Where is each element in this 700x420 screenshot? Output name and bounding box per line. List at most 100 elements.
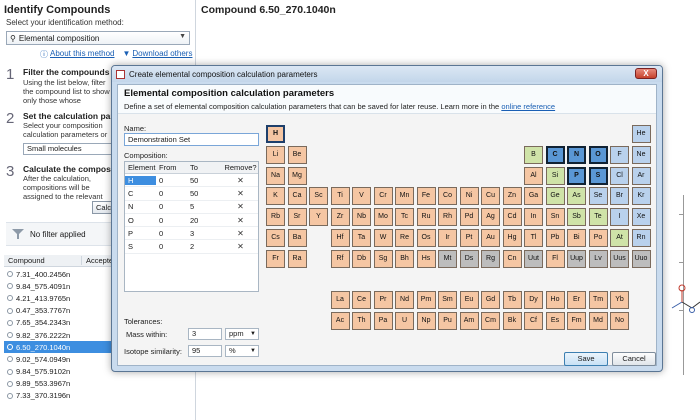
element-uup[interactable]: Uup: [567, 249, 586, 268]
element-bk[interactable]: Bk: [502, 312, 522, 331]
element-dy[interactable]: Dy: [524, 291, 543, 310]
element-v[interactable]: V: [352, 187, 371, 206]
composition-row[interactable]: O 0 20 ✕: [125, 214, 258, 228]
close-button[interactable]: X: [635, 68, 657, 79]
element-la[interactable]: La: [330, 291, 350, 310]
remove-icon[interactable]: ✕: [220, 216, 258, 225]
download-others-link[interactable]: Download others: [132, 49, 192, 60]
isotope-similarity-input[interactable]: 95: [188, 345, 222, 357]
from-cell[interactable]: 0: [156, 176, 187, 185]
element-ta[interactable]: Ta: [352, 229, 371, 247]
element-uuo[interactable]: Uuo: [631, 249, 651, 268]
element-sb[interactable]: Sb: [567, 208, 586, 227]
to-cell[interactable]: 20: [187, 216, 220, 225]
remove-icon[interactable]: ✕: [220, 242, 258, 251]
element-be[interactable]: Be: [287, 145, 307, 164]
element-mo[interactable]: Mo: [373, 208, 393, 227]
method-dropdown[interactable]: ⚲ Elemental composition ▼: [6, 31, 190, 45]
element-sr[interactable]: Sr: [287, 208, 307, 227]
element-cn[interactable]: Cn: [502, 249, 522, 268]
element-se[interactable]: Se: [588, 187, 608, 206]
element-mn[interactable]: Mn: [395, 187, 414, 206]
element-ra[interactable]: Ra: [287, 249, 307, 268]
element-c[interactable]: C: [545, 145, 565, 164]
from-cell[interactable]: 0: [156, 189, 187, 198]
cancel-button[interactable]: Cancel: [612, 352, 656, 366]
element-p[interactable]: P: [567, 166, 586, 185]
element-i[interactable]: I: [610, 208, 629, 227]
about-method-link[interactable]: About this method: [50, 49, 114, 60]
element-sc[interactable]: Sc: [309, 187, 328, 206]
element-mg[interactable]: Mg: [287, 166, 307, 185]
element-xe[interactable]: Xe: [631, 208, 651, 227]
element-pu[interactable]: Pu: [438, 312, 457, 331]
element-at[interactable]: At: [610, 229, 629, 247]
element-li[interactable]: Li: [266, 145, 285, 164]
composition-row[interactable]: C 0 50 ✕: [125, 187, 258, 201]
element-ru[interactable]: Ru: [416, 208, 436, 227]
element-k[interactable]: K: [266, 187, 285, 206]
element-cell[interactable]: S: [125, 242, 156, 252]
isotope-unit-dropdown[interactable]: % ▼: [225, 345, 259, 357]
from-cell[interactable]: 0: [156, 242, 187, 251]
element-sn[interactable]: Sn: [545, 208, 565, 227]
element-fm[interactable]: Fm: [567, 312, 586, 331]
element-br[interactable]: Br: [610, 187, 629, 206]
element-cl[interactable]: Cl: [610, 166, 629, 185]
remove-icon[interactable]: ✕: [220, 202, 258, 211]
to-cell[interactable]: 50: [187, 189, 220, 198]
element-tm[interactable]: Tm: [588, 291, 608, 310]
element-ag[interactable]: Ag: [481, 208, 500, 227]
element-as[interactable]: As: [567, 187, 586, 206]
element-cell[interactable]: O: [125, 215, 156, 225]
element-nd[interactable]: Nd: [395, 291, 414, 310]
remove-icon[interactable]: ✕: [220, 229, 258, 238]
element-ni[interactable]: Ni: [459, 187, 479, 206]
composition-row[interactable]: S 0 2 ✕: [125, 240, 258, 254]
element-pb[interactable]: Pb: [545, 229, 565, 247]
element-b[interactable]: B: [524, 145, 543, 164]
element-pd[interactable]: Pd: [459, 208, 479, 227]
element-pr[interactable]: Pr: [373, 291, 393, 310]
element-pt[interactable]: Pt: [459, 229, 479, 247]
element-ir[interactable]: Ir: [438, 229, 457, 247]
element-cm[interactable]: Cm: [481, 312, 500, 331]
column-compound[interactable]: Compound: [4, 256, 82, 265]
element-cell[interactable]: N: [125, 202, 156, 212]
element-rn[interactable]: Rn: [631, 229, 651, 247]
online-reference-link[interactable]: online reference: [501, 102, 555, 111]
element-cs[interactable]: Cs: [266, 229, 285, 247]
element-cell[interactable]: C: [125, 188, 156, 198]
element-eu[interactable]: Eu: [459, 291, 479, 310]
element-o[interactable]: O: [588, 145, 608, 164]
element-ca[interactable]: Ca: [287, 187, 307, 206]
element-pa[interactable]: Pa: [373, 312, 393, 331]
element-bh[interactable]: Bh: [395, 249, 414, 268]
element-ga[interactable]: Ga: [524, 187, 543, 206]
element-uut[interactable]: Uut: [524, 249, 543, 268]
element-fe[interactable]: Fe: [416, 187, 436, 206]
remove-icon[interactable]: ✕: [220, 176, 258, 185]
mass-within-input[interactable]: 3: [188, 328, 222, 340]
element-rh[interactable]: Rh: [438, 208, 457, 227]
save-button[interactable]: Save: [564, 352, 608, 366]
element-rf[interactable]: Rf: [330, 249, 350, 268]
element-ho[interactable]: Ho: [545, 291, 565, 310]
element-hg[interactable]: Hg: [502, 229, 522, 247]
element-n[interactable]: N: [567, 145, 586, 164]
element-cell[interactable]: P: [125, 228, 156, 238]
element-he[interactable]: He: [631, 125, 651, 143]
element-hf[interactable]: Hf: [330, 229, 350, 247]
element-w[interactable]: W: [373, 229, 393, 247]
composition-row[interactable]: P 0 3 ✕: [125, 227, 258, 241]
compound-list-item[interactable]: 7.33_370.3196n: [4, 390, 194, 402]
element-lv[interactable]: Lv: [588, 249, 608, 268]
to-cell[interactable]: 3: [187, 229, 220, 238]
element-tl[interactable]: Tl: [524, 229, 543, 247]
element-zr[interactable]: Zr: [330, 208, 350, 227]
element-th[interactable]: Th: [352, 312, 371, 331]
element-mt[interactable]: Mt: [438, 249, 457, 268]
element-s[interactable]: S: [588, 166, 608, 185]
element-zn[interactable]: Zn: [502, 187, 522, 206]
element-ac[interactable]: Ac: [330, 312, 350, 331]
